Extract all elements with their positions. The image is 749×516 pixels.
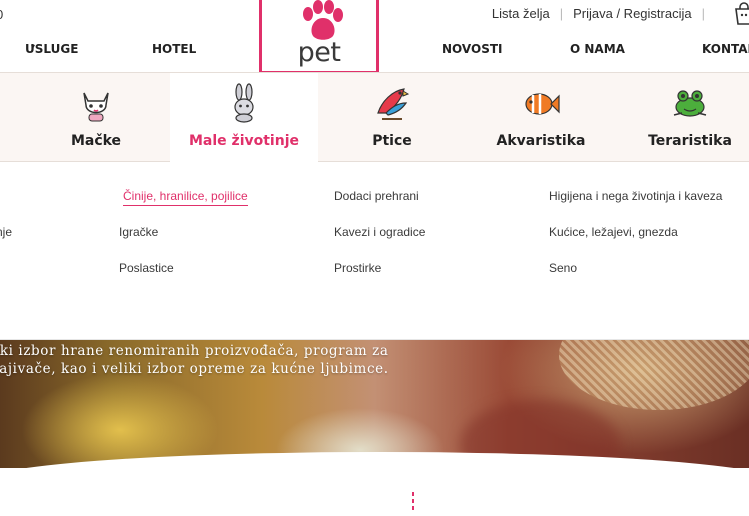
category-label: Mačke: [70, 133, 122, 149]
parrot-icon: [372, 83, 412, 123]
category-macke[interactable]: Mačke: [22, 73, 170, 162]
wishlist-link[interactable]: Lista želja: [492, 6, 550, 21]
nav-hotel[interactable]: HOTEL: [152, 42, 196, 56]
cat-icon: [76, 83, 116, 123]
category-label: Akvaristika: [496, 133, 586, 149]
category-label: Teraristika: [648, 133, 732, 149]
category-teraristika[interactable]: Teraristika: [616, 73, 749, 162]
site-logo[interactable]: pet: [259, 0, 379, 74]
hero-banner: liki izbor hrane renomiranih proizvođača…: [0, 340, 749, 468]
category-bar: Mačke Male životinje Ptice Akvaristika T…: [0, 72, 749, 162]
divider: |: [701, 6, 705, 21]
category-male-zivotinje[interactable]: Male životinje: [170, 73, 318, 162]
cart-icon[interactable]: [733, 2, 749, 26]
hero-wave-divider: [0, 452, 749, 512]
hero-text-line: liki izbor hrane renomiranih proizvođača…: [0, 343, 389, 359]
nav-novosti[interactable]: NOVOSTI: [442, 42, 503, 56]
category-label: Ptice: [372, 133, 412, 149]
logo-text: pet: [297, 37, 341, 68]
hero-text-line: gajivače, kao i veliki izbor opreme za k…: [0, 361, 389, 377]
page: 0 Lista želja | Prijava / Registracija |…: [0, 0, 749, 516]
submenu-link[interactable]: Seno: [549, 261, 577, 275]
hero-decoration: [559, 340, 749, 410]
divider: |: [559, 6, 564, 21]
submenu-link[interactable]: nje: [0, 225, 12, 239]
submenu-link[interactable]: Higijena i nega životinja i kaveza: [549, 189, 722, 203]
nav-kontakt[interactable]: KONTAK: [702, 42, 749, 56]
utility-links: Lista želja | Prijava / Registracija |: [492, 6, 715, 21]
submenu-link[interactable]: Činije, hranilice, pojilice: [123, 189, 248, 206]
submenu-link[interactable]: Kućice, ležajevi, gnezda: [549, 225, 678, 239]
rabbit-icon: [224, 83, 264, 123]
submenu-panel: nje Činije, hranilice, pojilice Igračke …: [0, 162, 749, 340]
category-akvaristika[interactable]: Akvaristika: [467, 73, 615, 162]
hero-text: liki izbor hrane renomiranih proizvođača…: [0, 342, 389, 378]
fish-icon: [521, 83, 561, 123]
chevron-down-icon: ▾: [31, 42, 36, 51]
frog-icon: [670, 83, 710, 123]
submenu-link[interactable]: Poslastice: [119, 261, 174, 275]
submenu-link[interactable]: Kavezi i ogradice: [334, 225, 425, 239]
login-register-link[interactable]: Prijava / Registracija: [573, 6, 692, 21]
submenu-link[interactable]: Igračke: [119, 225, 158, 239]
submenu-link[interactable]: Prostirke: [334, 261, 381, 275]
section-accent-line: [412, 492, 414, 512]
category-label: Male životinje: [189, 133, 299, 149]
paw-icon: [303, 0, 343, 40]
submenu-link[interactable]: Dodaci prehrani: [334, 189, 419, 203]
category-ptice[interactable]: Ptice: [318, 73, 466, 162]
top-left-fragment: 0: [0, 7, 3, 22]
nav-o-nama[interactable]: O NAMA: [570, 42, 625, 56]
